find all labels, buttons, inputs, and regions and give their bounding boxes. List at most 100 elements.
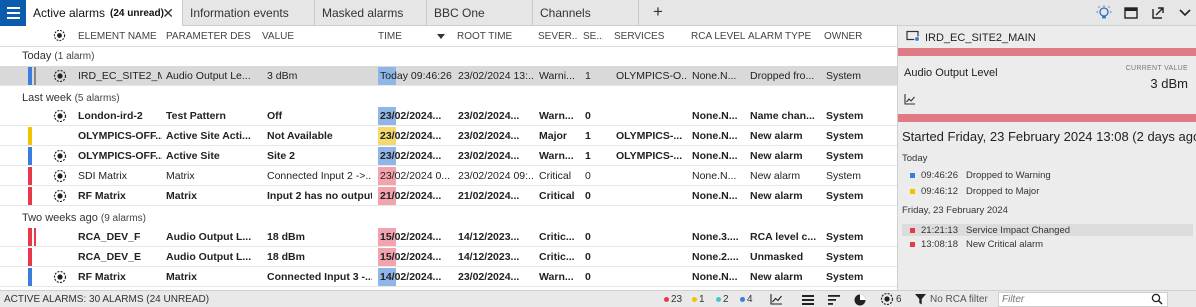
funnel-filter-icon[interactable] [912, 292, 928, 307]
cell-alarm-type: New alarm [750, 271, 803, 283]
severity-indicator [28, 167, 32, 185]
cell-severity: Critic... [539, 251, 575, 263]
cell-rca-level: None.3.... [692, 231, 739, 243]
table-row[interactable]: IRD_EC_SITE2_M... Audio Output Le... 3 d… [0, 66, 897, 86]
column-parameter[interactable]: PARAMETER DES... [166, 31, 251, 42]
cell-severity: Warn... [539, 150, 574, 162]
window-icon[interactable] [1122, 4, 1140, 22]
cell-root-time: 23/02/2024 09:... [458, 170, 534, 182]
history-day-header: Today [902, 153, 928, 164]
cell-time: 15/02/2024... [380, 251, 442, 263]
list-view-icon[interactable] [800, 292, 816, 307]
cell-element: IRD_EC_SITE2_M... [78, 70, 162, 82]
history-event[interactable]: 09:46:26 Dropped to Warning [910, 170, 1051, 181]
group-count: (5 alarms) [74, 93, 120, 104]
filter-input[interactable] [999, 293, 1139, 306]
cell-service-impact: 0 [585, 170, 591, 182]
rca-filter-label[interactable]: No RCA filter [930, 294, 988, 305]
cell-service-impact: 0 [585, 190, 591, 202]
cell-rca-level: None.N... [692, 110, 738, 122]
cell-severity: Critical [539, 190, 575, 202]
tab-channels[interactable]: Channels [533, 0, 639, 26]
warning-dot-icon [910, 173, 915, 178]
column-rca-level[interactable]: RCA LEVEL [691, 31, 745, 42]
table-row[interactable]: SDI Matrix Matrix Connected Input 2 ->..… [0, 166, 897, 186]
element-status-icon [53, 149, 67, 163]
column-severity[interactable]: SEVER... [538, 31, 578, 42]
cell-root-time: 23/02/2024... [458, 271, 520, 283]
cell-parameter: Audio Output L... [166, 251, 252, 263]
lightbulb-icon[interactable] [1095, 4, 1113, 22]
minor-count[interactable]: 2 [716, 294, 729, 305]
column-service-impact[interactable]: SE... [583, 31, 603, 42]
tab-active-alarms[interactable]: Active alarms (24 unread) ✕ [26, 0, 183, 26]
cell-time: 23/02/2024 0... [380, 170, 451, 182]
add-tab-icon[interactable]: + [648, 2, 668, 22]
column-services[interactable]: SERVICES [614, 31, 664, 42]
cell-element: SDI Matrix [78, 170, 128, 182]
alarm-table: ELEMENT NAME PARAMETER DES... VALUE TIME… [0, 26, 897, 290]
column-root-time[interactable]: ROOT TIME [457, 31, 512, 42]
sort-lines-icon[interactable] [826, 292, 842, 307]
cell-services: OLYMPICS-... [616, 150, 683, 162]
tab-masked-alarms[interactable]: Masked alarms [315, 0, 427, 26]
major-dot-icon [910, 189, 915, 194]
cell-root-time: 21/02/2024... [458, 190, 520, 202]
masked-elements-count[interactable]: 6 [880, 292, 902, 306]
icon-column-header[interactable] [53, 29, 66, 45]
tab-label: Channels [540, 6, 591, 20]
severity-indicator [28, 67, 32, 85]
severity-band [898, 48, 1196, 56]
close-tab-icon[interactable]: ✕ [162, 5, 174, 22]
column-owner[interactable]: OWNER [824, 31, 862, 42]
trend-chart-icon[interactable] [904, 94, 916, 108]
cell-service-impact: 0 [585, 251, 591, 263]
major-count[interactable]: 1 [692, 294, 705, 305]
table-row[interactable]: OLYMPICS-OFF... Active Site Site 2 23/02… [0, 146, 897, 166]
sort-descending-icon[interactable] [437, 32, 445, 43]
popout-icon[interactable] [1149, 4, 1167, 22]
cell-parameter: Active Site Acti... [166, 130, 251, 142]
cell-service-impact: 1 [585, 130, 591, 142]
group-header-last-week[interactable]: Last week (5 alarms) [22, 92, 120, 104]
pie-chart-icon[interactable] [852, 292, 868, 307]
table-row[interactable]: RF Matrix Matrix Input 2 has no output 2… [0, 186, 897, 206]
group-header-two-weeks-ago[interactable]: Two weeks ago (9 alarms) [22, 212, 146, 224]
table-row[interactable]: RF Matrix Matrix Connected Input 3 -... … [0, 267, 897, 287]
table-row[interactable]: OLYMPICS-OFF... Active Site Acti... Not … [0, 126, 897, 146]
detail-title: IRD_EC_SITE2_MAIN [906, 30, 1036, 45]
history-event[interactable]: 09:46:12 Dropped to Major [910, 186, 1039, 197]
cell-rca-level: None.N... [692, 150, 738, 162]
history-event[interactable]: 13:08:18 New Critical alarm [910, 239, 1043, 250]
cell-alarm-type: New alarm [750, 170, 801, 182]
chevron-down-icon[interactable] [1176, 4, 1194, 22]
warning-dot-icon [740, 297, 745, 302]
history-event[interactable]: 21:21:13 Service Impact Changed [902, 224, 1193, 236]
table-row[interactable]: London-ird-2 Test Pattern Off 23/02/2024… [0, 106, 897, 126]
cell-alarm-type: RCA level c... [750, 231, 817, 243]
cell-time: 15/02/2024... [380, 231, 442, 243]
tab-bbc-one[interactable]: BBC One [427, 0, 533, 26]
column-element-name[interactable]: ELEMENT NAME [78, 31, 157, 42]
critical-count[interactable]: 23 [664, 294, 682, 305]
column-value[interactable]: VALUE [262, 31, 294, 42]
table-row[interactable]: RCA_DEV_F Audio Output L... 18 dBm 15/02… [0, 227, 897, 247]
table-row[interactable]: RCA_DEV_E Audio Output L... 18 dBm 15/02… [0, 247, 897, 267]
group-count: (1 alarm) [54, 51, 95, 62]
cell-parameter: Audio Output Le... [166, 70, 251, 82]
search-icon[interactable] [1151, 293, 1163, 307]
column-time[interactable]: TIME [378, 31, 402, 42]
warning-count[interactable]: 4 [740, 294, 753, 305]
group-header-today[interactable]: Today (1 alarm) [22, 50, 94, 62]
status-bar: ACTIVE ALARMS: 30 ALARMS (24 UNREAD) 23 … [0, 290, 1196, 307]
line-chart-icon[interactable] [768, 292, 784, 307]
hamburger-menu-button[interactable] [0, 0, 26, 26]
group-label: Two weeks ago [22, 212, 98, 224]
group-label: Last week [22, 92, 72, 104]
history-day-header: Friday, 23 February 2024 [902, 205, 1008, 216]
cell-root-time: 23/02/2024... [458, 130, 520, 142]
filter-box [998, 292, 1168, 307]
column-alarm-type[interactable]: ALARM TYPE [748, 31, 811, 42]
tab-information-events[interactable]: Information events [183, 0, 315, 26]
severity-indicator [28, 147, 32, 165]
